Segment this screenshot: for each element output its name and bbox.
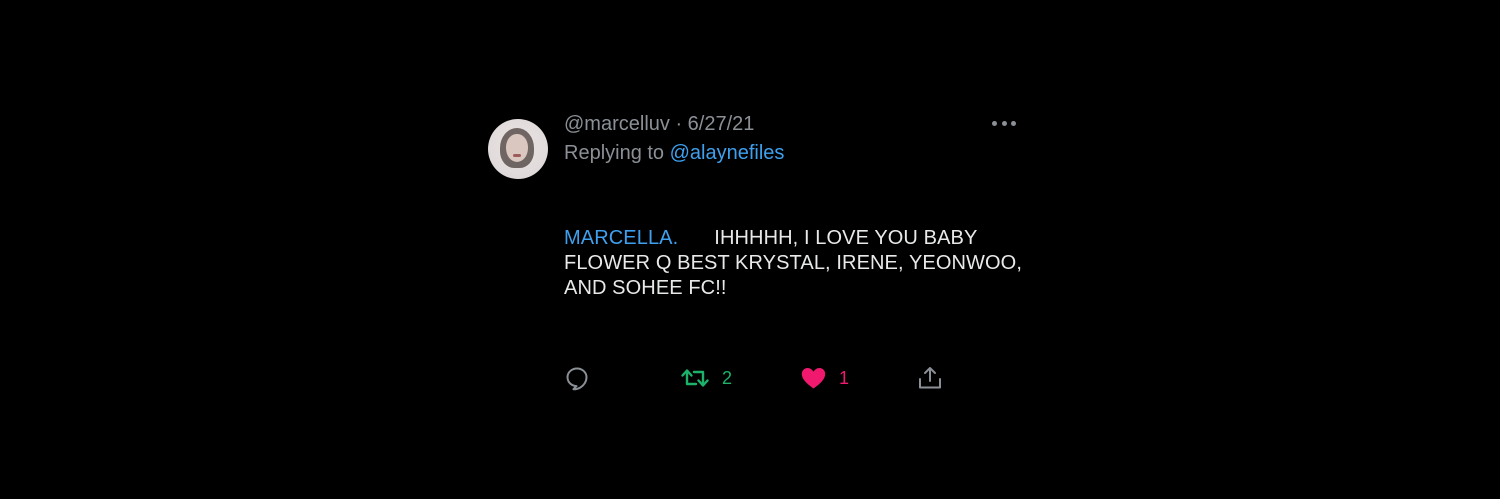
replying-to: Replying to @alaynefiles bbox=[564, 141, 784, 165]
retweet-button[interactable]: 2 bbox=[680, 364, 732, 392]
retweet-icon bbox=[680, 365, 710, 391]
meta-separator: · bbox=[669, 113, 688, 135]
like-button[interactable]: 1 bbox=[800, 364, 849, 392]
replying-to-mention[interactable]: @alaynefiles bbox=[670, 142, 785, 164]
heart-icon bbox=[800, 365, 827, 391]
tweet-meta: @marcelluv · 6/27/21 bbox=[564, 112, 754, 136]
tweet-card: @marcelluv · 6/27/21 Replying to @alayne… bbox=[0, 0, 1500, 499]
user-handle[interactable]: @marcelluv bbox=[564, 113, 670, 135]
more-options-icon[interactable] bbox=[992, 117, 1016, 129]
avatar[interactable] bbox=[488, 119, 548, 179]
more-dot bbox=[992, 120, 997, 126]
retweet-count: 2 bbox=[722, 368, 733, 388]
reply-button[interactable] bbox=[564, 364, 590, 392]
replying-prefix: Replying to bbox=[564, 142, 670, 164]
share-button[interactable] bbox=[917, 364, 943, 392]
avatar-face bbox=[506, 134, 528, 162]
reply-icon bbox=[564, 365, 590, 391]
avatar-lips bbox=[513, 154, 521, 157]
more-dot bbox=[1001, 120, 1007, 126]
body-name-link[interactable]: MARCELLA. bbox=[564, 227, 678, 249]
share-icon bbox=[917, 365, 943, 391]
tweet-date[interactable]: 6/27/21 bbox=[688, 113, 755, 135]
more-dot bbox=[1011, 120, 1016, 126]
like-count: 1 bbox=[839, 368, 850, 388]
tweet-body: MARCELLA. IHHHHH, I LOVE YOU BABY FLOWER … bbox=[564, 226, 1034, 301]
